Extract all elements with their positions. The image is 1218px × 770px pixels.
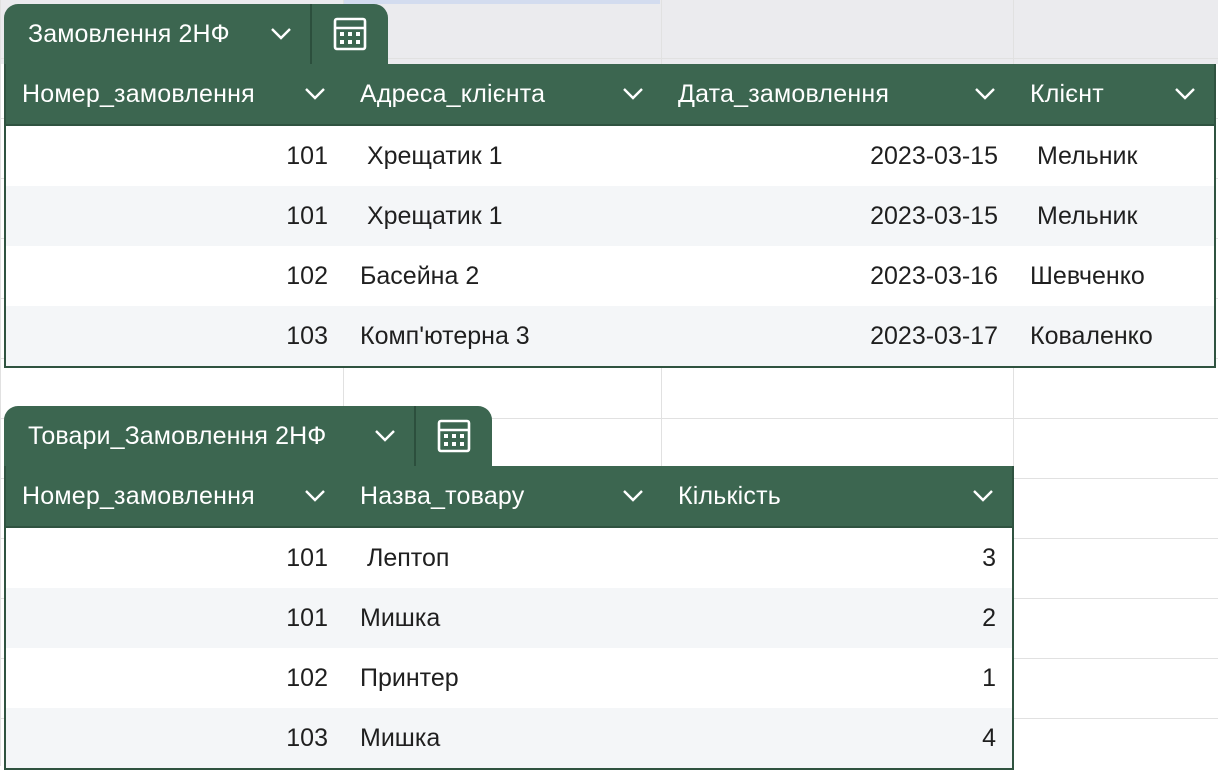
table-row: 101 Хрещатик 1 2023-03-15 Мельник: [6, 186, 1214, 246]
table-name: Товари_Замовлення 2НФ: [28, 421, 327, 450]
table-cell[interactable]: 2: [662, 588, 1012, 648]
table-orders: Замовлення 2НФ Номер_замовлення Адреса_к…: [4, 4, 1216, 368]
table-cell[interactable]: Мишка: [344, 708, 662, 768]
table-cell[interactable]: Мишка: [344, 588, 662, 648]
column-header[interactable]: Назва_товару: [344, 466, 662, 526]
table-cell[interactable]: Комп'ютерна 3: [344, 306, 662, 366]
table-cell[interactable]: 101: [6, 126, 344, 186]
chevron-down-icon[interactable]: [622, 489, 644, 503]
chevron-down-icon[interactable]: [1174, 87, 1196, 101]
chevron-down-icon[interactable]: [974, 87, 996, 101]
table-cell[interactable]: 101: [6, 186, 344, 246]
table-header-row: Номер_замовлення Назва_товару Кількість: [6, 466, 1012, 528]
table-cell[interactable]: Мельник: [1014, 186, 1214, 246]
chevron-down-icon[interactable]: [270, 27, 292, 41]
table-cell[interactable]: 103: [6, 708, 344, 768]
column-header-label: Клієнт: [1030, 79, 1104, 108]
table-cell[interactable]: Коваленко: [1014, 306, 1214, 366]
table-tab-row: Замовлення 2НФ: [4, 4, 1216, 64]
table-row: 102 Принтер 1: [6, 648, 1012, 708]
calculator-icon[interactable]: [416, 406, 492, 466]
table-name-dropdown[interactable]: Товари_Замовлення 2НФ: [4, 406, 414, 466]
table-cell[interactable]: 102: [6, 648, 344, 708]
table-cell[interactable]: Мельник: [1014, 126, 1214, 186]
chevron-down-icon[interactable]: [972, 489, 994, 503]
column-header[interactable]: Номер_замовлення: [6, 466, 344, 526]
table-cell[interactable]: Принтер: [344, 648, 662, 708]
column-header[interactable]: Кількість: [662, 466, 1012, 526]
column-header-label: Номер_замовлення: [22, 481, 255, 510]
chevron-down-icon[interactable]: [622, 87, 644, 101]
table-cell[interactable]: 4: [662, 708, 1012, 768]
table-name: Замовлення 2НФ: [28, 19, 230, 48]
column-header-label: Дата_замовлення: [678, 79, 890, 108]
table-cell[interactable]: 2023-03-15: [662, 126, 1014, 186]
chevron-down-icon[interactable]: [304, 87, 326, 101]
table-cell[interactable]: 2023-03-15: [662, 186, 1014, 246]
table-header-row: Номер_замовлення Адреса_клієнта Дата_зам…: [6, 64, 1214, 126]
column-header[interactable]: Адреса_клієнта: [344, 64, 662, 124]
table-name-dropdown[interactable]: Замовлення 2НФ: [4, 4, 310, 64]
table-name-tab[interactable]: Замовлення 2НФ: [4, 4, 388, 64]
chevron-down-icon[interactable]: [374, 429, 396, 443]
column-header-label: Номер_замовлення: [22, 79, 255, 108]
table-cell[interactable]: 3: [662, 528, 1012, 588]
table-row: 102 Басейна 2 2023-03-16 Шевченко: [6, 246, 1214, 306]
table-order-items: Товари_Замовлення 2НФ Номер_замовлення Н…: [4, 406, 1014, 770]
table-cell[interactable]: 101: [6, 588, 344, 648]
table-cell[interactable]: 103: [6, 306, 344, 366]
table-cell[interactable]: Басейна 2: [344, 246, 662, 306]
table-body: Номер_замовлення Назва_товару Кількість …: [4, 466, 1014, 770]
table-row: 101 Лептоп 3: [6, 528, 1012, 588]
table-tab-row: Товари_Замовлення 2НФ: [4, 406, 1014, 466]
table-row: 103 Мишка 4: [6, 708, 1012, 768]
table-cell[interactable]: Шевченко: [1014, 246, 1214, 306]
table-cell[interactable]: 2023-03-16: [662, 246, 1014, 306]
table-cell[interactable]: 2023-03-17: [662, 306, 1014, 366]
table-name-tab[interactable]: Товари_Замовлення 2НФ: [4, 406, 492, 466]
table-cell[interactable]: Хрещатик 1: [344, 186, 662, 246]
table-row: 101 Мишка 2: [6, 588, 1012, 648]
table-cell[interactable]: 1: [662, 648, 1012, 708]
table-cell[interactable]: 102: [6, 246, 344, 306]
table-body: Номер_замовлення Адреса_клієнта Дата_зам…: [4, 64, 1216, 368]
table-row: 101 Хрещатик 1 2023-03-15 Мельник: [6, 126, 1214, 186]
column-header[interactable]: Дата_замовлення: [662, 64, 1014, 124]
table-cell[interactable]: 101: [6, 528, 344, 588]
table-cell[interactable]: Хрещатик 1: [344, 126, 662, 186]
table-cell[interactable]: Лептоп: [344, 528, 662, 588]
calculator-icon[interactable]: [312, 4, 388, 64]
column-header-label: Назва_товару: [360, 481, 525, 510]
column-header-label: Кількість: [678, 481, 781, 510]
column-header-label: Адреса_клієнта: [360, 79, 546, 108]
column-header[interactable]: Номер_замовлення: [6, 64, 344, 124]
column-header[interactable]: Клієнт: [1014, 64, 1214, 124]
chevron-down-icon[interactable]: [304, 489, 326, 503]
table-row: 103 Комп'ютерна 3 2023-03-17 Коваленко: [6, 306, 1214, 366]
